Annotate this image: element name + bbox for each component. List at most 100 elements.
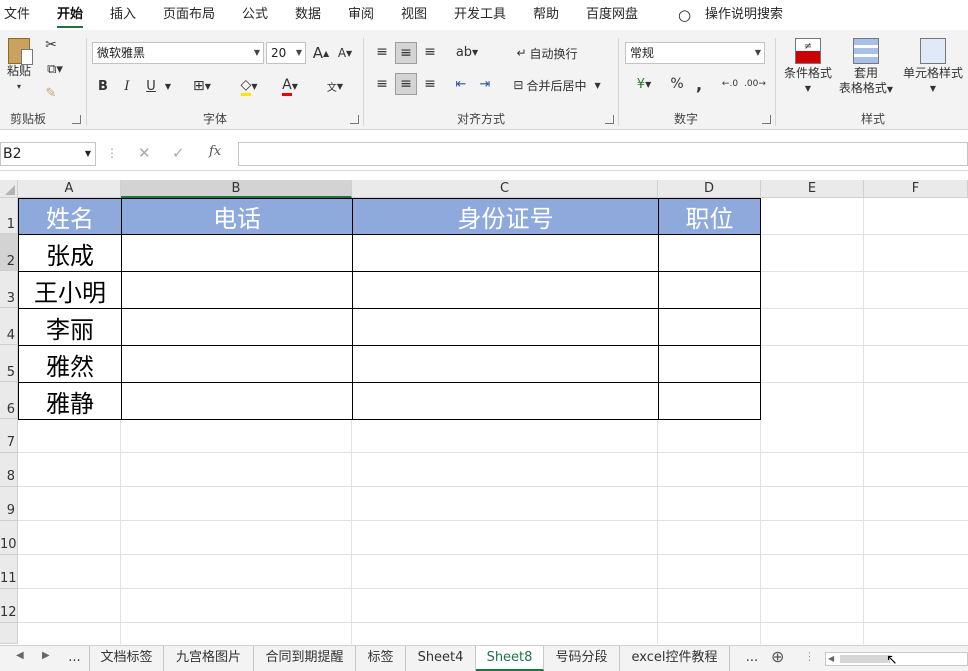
cell-b6[interactable]: [121, 382, 353, 420]
orientation-icon[interactable]: ab ▼: [450, 42, 484, 62]
cell-d6[interactable]: [658, 382, 761, 420]
bold-button[interactable]: B: [94, 76, 112, 96]
splitter-icon[interactable]: ⋮: [804, 650, 815, 663]
name-box[interactable]: B2 ▼: [0, 142, 96, 166]
tab-review[interactable]: 审阅: [348, 0, 374, 30]
number-format-combo[interactable]: 常规 ▼: [625, 42, 765, 64]
cell-styles-button[interactable]: 单元格样式 ▼: [900, 38, 966, 96]
row-header-8[interactable]: 8: [0, 453, 18, 487]
align-center-icon[interactable]: ≡: [395, 73, 417, 95]
cell-d3[interactable]: [658, 271, 761, 309]
header-phone[interactable]: 电话: [121, 198, 353, 235]
sheet-tab-sheet4[interactable]: Sheet4: [406, 646, 476, 671]
tab-formulas[interactable]: 公式: [242, 0, 268, 30]
align-right-icon[interactable]: ≡: [420, 74, 440, 94]
cut-icon[interactable]: ✂: [42, 36, 60, 54]
tab-file[interactable]: 文件: [4, 0, 30, 30]
number-launcher-icon[interactable]: [762, 115, 771, 124]
cell-c3[interactable]: [352, 271, 659, 309]
align-top-icon[interactable]: ≡: [372, 42, 392, 62]
row-header-2[interactable]: 2: [0, 234, 18, 271]
row-header-11[interactable]: 11: [0, 555, 18, 589]
row-header-13[interactable]: [0, 623, 18, 644]
column-header-c[interactable]: C: [352, 180, 658, 198]
add-sheet-icon[interactable]: ⊕: [771, 647, 784, 666]
underline-button[interactable]: U: [142, 76, 160, 96]
tab-home[interactable]: 开始: [57, 0, 84, 30]
merge-center-button[interactable]: ⊟ 合并后居中 ▼: [507, 74, 607, 96]
font-launcher-icon[interactable]: [350, 115, 359, 124]
formula-bar-splitter[interactable]: ⋮: [106, 146, 118, 160]
cell-a3[interactable]: 王小明: [18, 271, 122, 309]
row-header-3[interactable]: 3: [0, 271, 18, 308]
paste-button[interactable]: 粘贴 ▾: [4, 38, 34, 94]
column-header-e[interactable]: E: [761, 180, 864, 198]
alignment-launcher-icon[interactable]: [605, 115, 614, 124]
borders-icon[interactable]: ⊞ ▼: [186, 76, 218, 96]
row-header-5[interactable]: 5: [0, 345, 18, 382]
column-header-b[interactable]: B: [121, 180, 352, 198]
tab-help[interactable]: 帮助: [533, 0, 559, 30]
tab-view[interactable]: 视图: [401, 0, 427, 30]
scrollbar-thumb[interactable]: [840, 655, 890, 663]
align-bottom-icon[interactable]: ≡: [420, 42, 440, 62]
font-color-button[interactable]: A ▼: [274, 76, 306, 96]
cell-a2[interactable]: 张成: [18, 234, 122, 272]
sheet-tab-biaoqian[interactable]: 标签: [356, 646, 406, 671]
tab-page-layout[interactable]: 页面布局: [163, 0, 215, 30]
align-left-icon[interactable]: ≡: [372, 74, 392, 94]
row-header-12[interactable]: 12: [0, 589, 18, 623]
cell-b3[interactable]: [121, 271, 353, 309]
insert-function-icon[interactable]: fx: [209, 144, 221, 159]
column-header-a[interactable]: A: [18, 180, 121, 198]
cell-c5[interactable]: [352, 345, 659, 383]
sheet-tab-sheet8[interactable]: Sheet8: [476, 646, 544, 671]
cell-d5[interactable]: [658, 345, 761, 383]
cancel-icon[interactable]: ✕: [138, 144, 151, 162]
sheet-tab-excel[interactable]: excel控件教程: [620, 646, 730, 671]
conditional-formatting-button[interactable]: ≠ 条件格式 ▼: [780, 38, 836, 96]
comma-button[interactable]: ,: [691, 74, 707, 94]
italic-button[interactable]: I: [118, 76, 136, 96]
formula-input[interactable]: [238, 142, 968, 166]
header-id-number[interactable]: 身份证号: [352, 198, 659, 235]
align-middle-icon[interactable]: ≡: [395, 42, 417, 64]
cell-b4[interactable]: [121, 308, 353, 346]
increase-decimal-icon[interactable]: ←.0: [719, 74, 741, 94]
row-header-6[interactable]: 6: [0, 382, 18, 419]
scroll-left-icon[interactable]: ◀: [16, 650, 24, 661]
currency-icon[interactable]: ¥ ▼: [627, 74, 661, 94]
cell-c6[interactable]: [352, 382, 659, 420]
row-header-1[interactable]: 1: [0, 198, 18, 234]
font-name-combo[interactable]: 微软雅黑 ▼: [92, 42, 264, 64]
phonetic-icon[interactable]: 文 ▼: [318, 76, 352, 96]
row-header-4[interactable]: 4: [0, 308, 18, 345]
scroll-left-arrow-icon[interactable]: ◀: [828, 653, 834, 665]
format-painter-icon[interactable]: ✎: [42, 84, 60, 102]
cell-d2[interactable]: [658, 234, 761, 272]
tab-developer[interactable]: 开发工具: [454, 0, 506, 30]
chevron-down-icon[interactable]: ▼: [162, 76, 174, 96]
grow-font-button[interactable]: A ▲: [311, 42, 331, 64]
decrease-indent-icon[interactable]: ⇤: [450, 74, 472, 94]
sheet-tab-jiugong[interactable]: 九宫格图片: [164, 646, 254, 671]
cell-a6[interactable]: 雅静: [18, 382, 122, 420]
cell-a4[interactable]: 李丽: [18, 308, 122, 346]
shrink-font-button[interactable]: A ▼: [335, 42, 355, 64]
header-position[interactable]: 职位: [658, 198, 761, 235]
font-size-combo[interactable]: 20 ▼: [266, 42, 306, 64]
select-all-corner[interactable]: [0, 180, 18, 198]
format-as-table-button[interactable]: 套用 表格格式▼: [836, 38, 896, 97]
cell-b5[interactable]: [121, 345, 353, 383]
tab-data[interactable]: 数据: [295, 0, 321, 30]
copy-icon[interactable]: ⧉▾: [40, 60, 70, 78]
sheet-tab-more-right[interactable]: ...: [736, 646, 768, 671]
column-header-f[interactable]: F: [864, 180, 968, 198]
tab-baidu-netdisk[interactable]: 百度网盘: [586, 0, 638, 30]
cell-c4[interactable]: [352, 308, 659, 346]
sheet-tab-haoma[interactable]: 号码分段: [544, 646, 620, 671]
fill-color-icon[interactable]: ◇ ▼: [232, 76, 266, 96]
row-header-7[interactable]: 7: [0, 419, 18, 453]
cell-a5[interactable]: 雅然: [18, 345, 122, 383]
row-header-9[interactable]: 9: [0, 487, 18, 521]
